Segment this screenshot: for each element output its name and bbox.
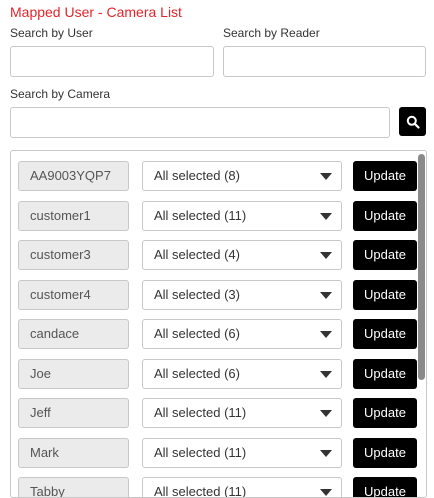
camera-select-value: All selected (11) — [154, 207, 247, 223]
camera-select[interactable]: All selected (6) — [142, 319, 342, 349]
search-camera-label: Search by Camera — [10, 87, 111, 101]
user-name-field: Mark — [18, 437, 129, 468]
update-button[interactable]: Update — [353, 279, 417, 310]
camera-select[interactable]: All selected (11) — [142, 200, 342, 231]
list-row: Joe All selected (6) Update — [11, 358, 426, 391]
search-icon — [406, 115, 420, 129]
user-name-field: customer1 — [18, 200, 129, 231]
search-button[interactable] — [399, 107, 426, 136]
caret-down-icon — [320, 449, 332, 457]
caret-down-icon — [320, 291, 332, 299]
search-reader-input[interactable] — [223, 46, 426, 77]
camera-select[interactable]: All selected (11) — [142, 437, 342, 468]
update-button[interactable]: Update — [353, 477, 417, 497]
camera-select-value: All selected (11) — [154, 484, 247, 498]
camera-select-value: All selected (8) — [154, 168, 240, 183]
caret-down-icon — [320, 252, 332, 259]
user-name-field: AA9003YQP7 — [18, 161, 129, 191]
search-reader-label: Search by Reader — [223, 26, 320, 40]
user-name-field: Tabby — [18, 477, 129, 497]
camera-select-value: All selected (6) — [154, 326, 240, 341]
list-row: Jeff All selected (11) Update — [11, 398, 426, 430]
camera-select[interactable]: All selected (8) — [142, 161, 342, 191]
list-row: customer1 All selected (11) Update — [11, 200, 426, 233]
list-row: customer4 All selected (3) Update — [11, 279, 426, 312]
search-camera-input[interactable] — [10, 107, 390, 138]
update-button[interactable]: Update — [353, 319, 417, 349]
caret-down-icon — [320, 212, 332, 220]
camera-select[interactable]: All selected (11) — [142, 398, 342, 428]
camera-select-value: All selected (3) — [154, 286, 240, 302]
camera-select[interactable]: All selected (11) — [142, 477, 342, 498]
update-button[interactable]: Update — [353, 240, 417, 270]
update-button[interactable]: Update — [353, 200, 417, 231]
list-row: AA9003YQP7 All selected (8) Update — [11, 161, 426, 193]
camera-select-value: All selected (11) — [154, 444, 247, 460]
user-name-field: customer3 — [18, 240, 129, 270]
camera-select-value: All selected (4) — [154, 247, 240, 262]
caret-down-icon — [320, 173, 332, 180]
list-row: Tabby All selected (11) Update — [11, 477, 426, 498]
caret-down-icon — [320, 331, 332, 338]
list-row: candace All selected (6) Update — [11, 319, 426, 351]
mapped-user-list: AA9003YQP7 All selected (8) Update custo… — [10, 150, 427, 498]
caret-down-icon — [320, 370, 332, 378]
update-button[interactable]: Update — [353, 358, 417, 389]
user-name-field: Jeff — [18, 398, 129, 428]
camera-select[interactable]: All selected (3) — [142, 279, 342, 310]
search-user-input[interactable] — [10, 46, 214, 77]
user-name-field: Joe — [18, 358, 129, 389]
page-title: Mapped User - Camera List — [10, 4, 182, 20]
update-button[interactable]: Update — [353, 161, 417, 191]
caret-down-icon — [320, 410, 332, 417]
user-name-field: candace — [18, 319, 129, 349]
search-user-label: Search by User — [10, 26, 93, 40]
list-row: Mark All selected (11) Update — [11, 437, 426, 470]
camera-select[interactable]: All selected (6) — [142, 358, 342, 389]
list-row: customer3 All selected (4) Update — [11, 240, 426, 272]
user-name-field: customer4 — [18, 279, 129, 310]
camera-select-value: All selected (11) — [154, 405, 247, 420]
update-button[interactable]: Update — [353, 437, 417, 468]
caret-down-icon — [320, 489, 332, 496]
camera-select-value: All selected (6) — [154, 365, 240, 381]
update-button[interactable]: Update — [353, 398, 417, 428]
camera-select[interactable]: All selected (4) — [142, 240, 342, 270]
